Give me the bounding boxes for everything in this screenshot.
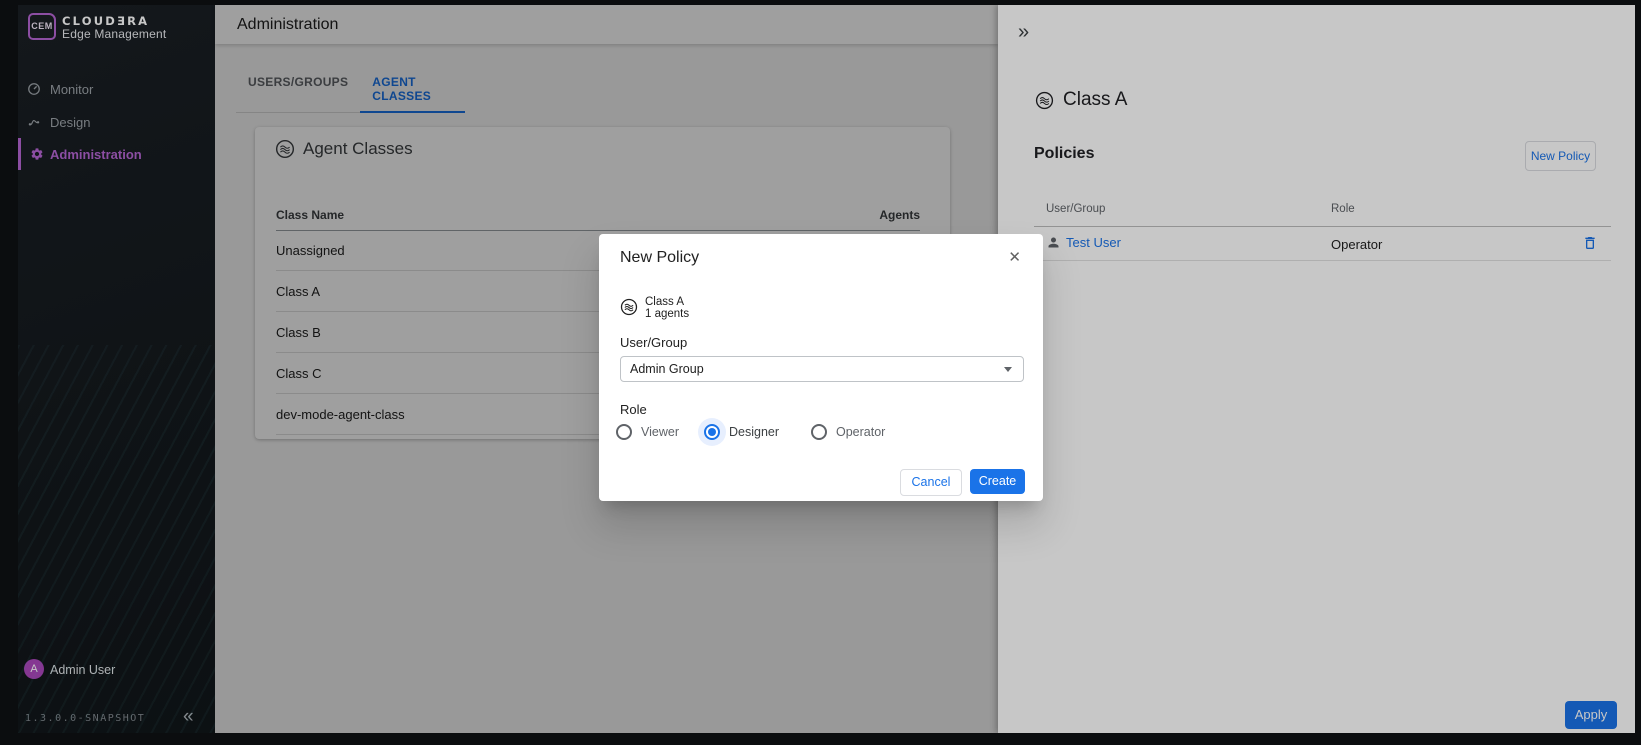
radio-circle-icon[interactable] bbox=[704, 424, 720, 440]
radio-viewer[interactable]: Viewer bbox=[616, 422, 679, 442]
user-group-value: Admin Group bbox=[630, 362, 704, 376]
dialog-class-name: Class A bbox=[645, 296, 689, 308]
radio-label: Operator bbox=[836, 425, 885, 439]
radio-label: Viewer bbox=[641, 425, 679, 439]
user-group-label: User/Group bbox=[620, 335, 687, 350]
close-icon[interactable]: ✕ bbox=[1008, 248, 1021, 266]
create-button[interactable]: Create bbox=[970, 469, 1025, 494]
chevron-down-icon bbox=[1004, 367, 1012, 372]
dialog-class-agents: 1 agents bbox=[645, 308, 689, 320]
radio-label: Designer bbox=[729, 425, 779, 439]
dialog-class-summary: Class A 1 agents bbox=[620, 296, 689, 320]
radio-designer[interactable]: Designer bbox=[704, 422, 779, 442]
role-label: Role bbox=[620, 402, 647, 417]
app-window: CEM CLOUDƎRA Edge Management Monitor Des… bbox=[18, 5, 1635, 733]
radio-circle-icon[interactable] bbox=[811, 424, 827, 440]
dialog-title: New Policy bbox=[620, 249, 699, 267]
user-group-select[interactable]: Admin Group bbox=[620, 356, 1024, 382]
agent-class-icon bbox=[620, 298, 638, 316]
radio-circle-icon[interactable] bbox=[616, 424, 632, 440]
new-policy-dialog: New Policy ✕ Class A 1 agents User/Group… bbox=[599, 234, 1043, 501]
dialog-actions: Cancel Create bbox=[900, 469, 1025, 496]
cancel-button[interactable]: Cancel bbox=[900, 469, 962, 496]
radio-operator[interactable]: Operator bbox=[811, 422, 885, 442]
